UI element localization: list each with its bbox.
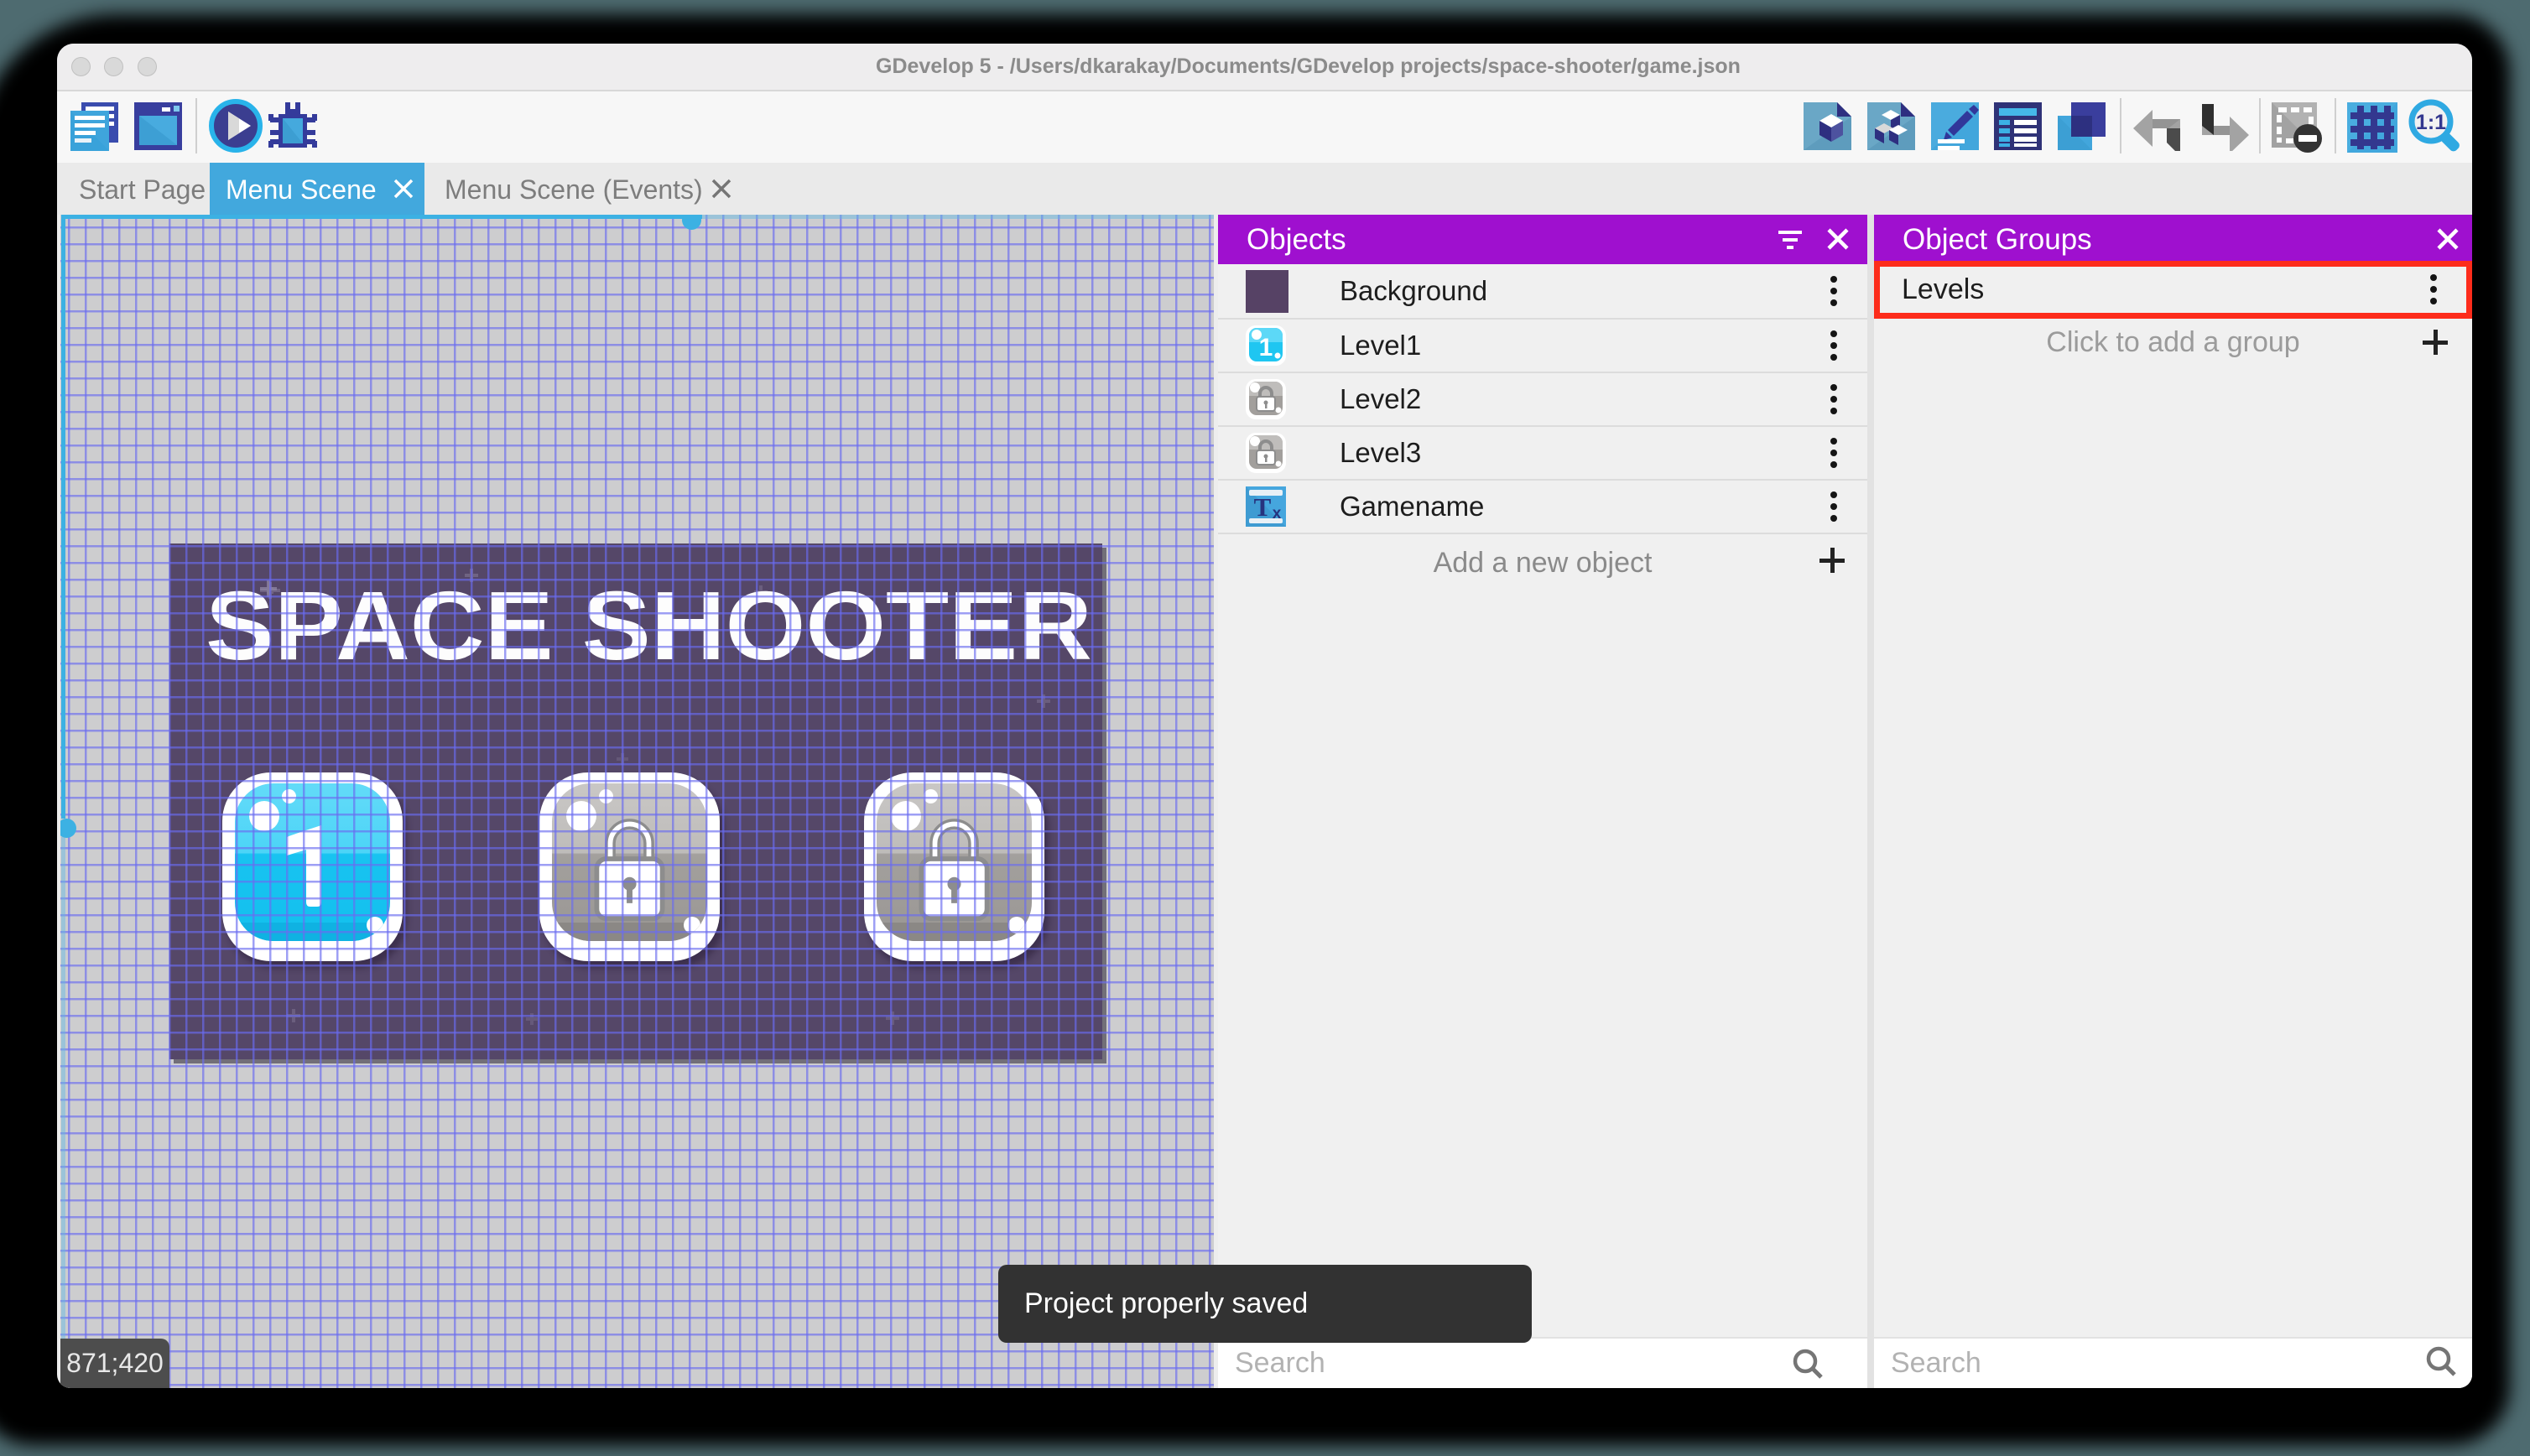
svg-text:x: x <box>1273 505 1282 523</box>
svg-text:1: 1 <box>1259 334 1273 361</box>
svg-text:1:1: 1:1 <box>2416 111 2446 134</box>
svg-text:T: T <box>1254 492 1272 522</box>
